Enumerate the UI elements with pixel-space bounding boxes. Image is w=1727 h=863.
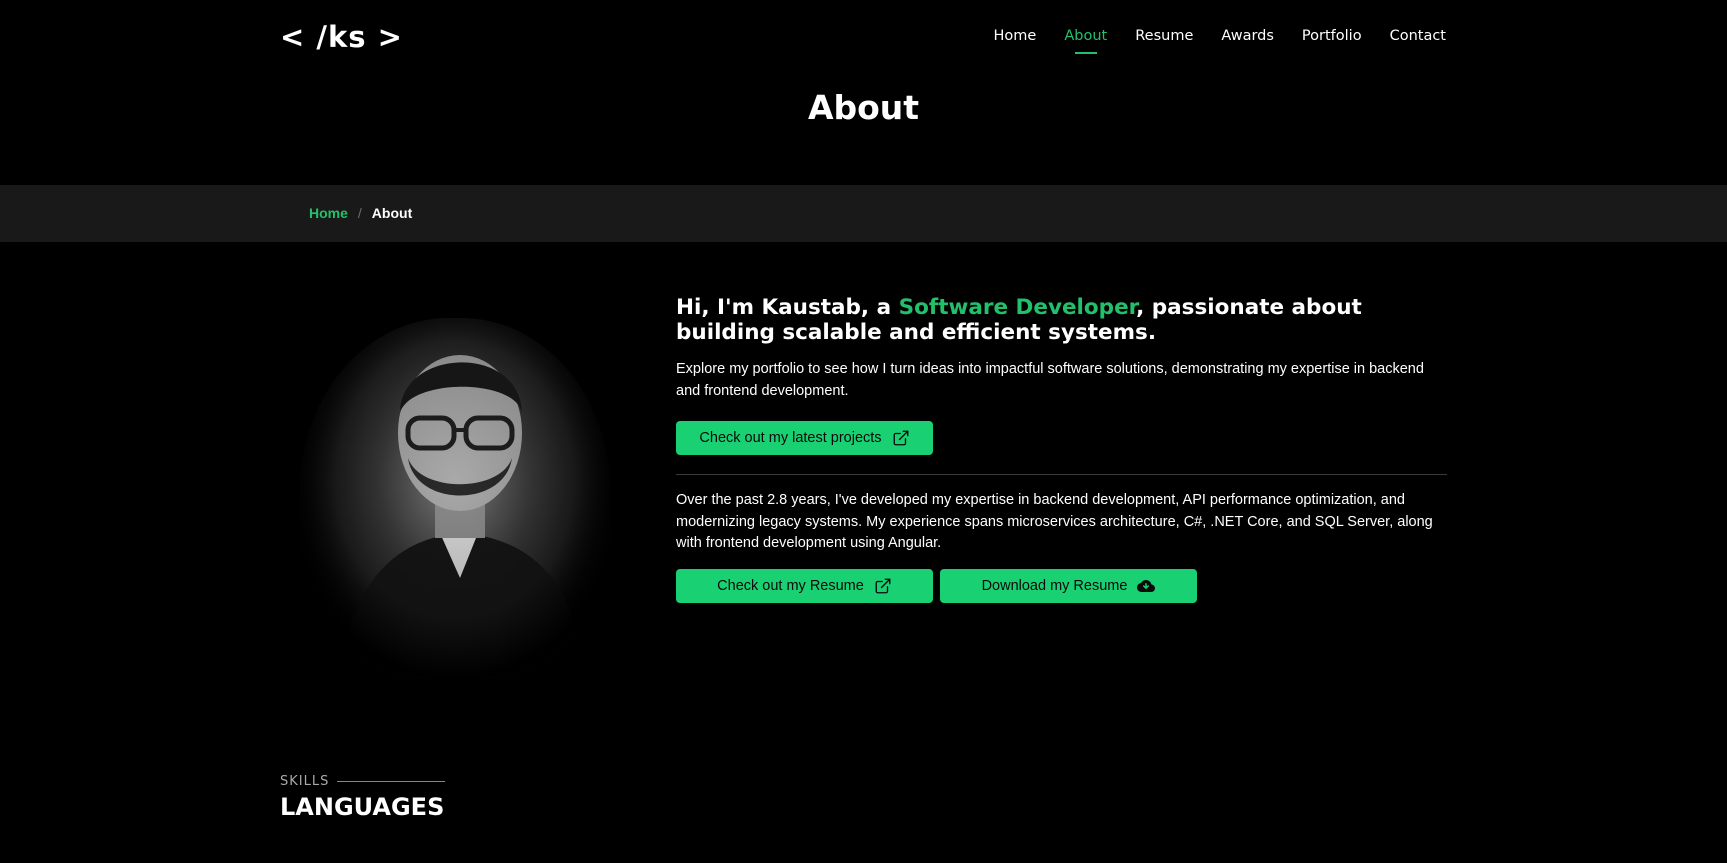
section-divider	[676, 474, 1447, 475]
nav-portfolio[interactable]: Portfolio	[1302, 28, 1362, 52]
download-resume-label: Download my Resume	[981, 577, 1128, 594]
nav-resume[interactable]: Resume	[1135, 28, 1193, 52]
nav-about[interactable]: About	[1064, 28, 1107, 54]
page-title: About	[807, 88, 920, 127]
skills-section: SKILLS LANGUAGES	[280, 774, 446, 821]
about-content: Hi, I'm Kaustab, a Software Developer, p…	[676, 295, 1447, 603]
external-link-icon	[875, 578, 891, 593]
breadcrumb-separator: /	[357, 205, 362, 221]
skills-kicker-label: SKILLS	[280, 774, 330, 789]
nav-contact[interactable]: Contact	[1390, 28, 1446, 52]
headline-intro: Hi, I'm Kaustab, a	[676, 295, 899, 320]
view-resume-button[interactable]: Check out my Resume	[676, 568, 933, 603]
nav-home[interactable]: Home	[994, 28, 1037, 52]
skills-kicker-line	[337, 781, 446, 782]
external-link-icon	[893, 430, 908, 446]
skills-title: LANGUAGES	[280, 793, 445, 821]
view-resume-label: Check out my Resume	[717, 577, 864, 594]
breadcrumb-current: About	[371, 205, 413, 221]
latest-projects-label: Check out my latest projects	[699, 430, 882, 446]
site-header: < /ks > Home About Resume Awards Portfol…	[0, 0, 1727, 185]
breadcrumb-bar: Home / About	[0, 185, 1727, 242]
about-headline: Hi, I'm Kaustab, a Software Developer, p…	[676, 295, 1447, 345]
site-logo[interactable]: < /ks >	[280, 20, 403, 54]
cloud-download-icon	[1137, 579, 1156, 592]
headline-role: Software Developer	[898, 295, 1137, 320]
main-nav: Home About Resume Awards Portfolio Conta…	[994, 28, 1446, 54]
breadcrumb-home-link[interactable]: Home	[309, 205, 348, 221]
download-resume-button[interactable]: Download my Resume	[940, 568, 1197, 603]
about-experience: Over the past 2.8 years, I've developed …	[676, 492, 1433, 551]
nav-awards[interactable]: Awards	[1221, 28, 1274, 52]
about-intro: Explore my portfolio to see how I turn i…	[676, 361, 1424, 399]
breadcrumb: Home / About	[309, 205, 412, 221]
profile-photo	[300, 318, 610, 678]
skills-kicker: SKILLS	[280, 774, 446, 789]
latest-projects-button[interactable]: Check out my latest projects	[676, 421, 933, 455]
